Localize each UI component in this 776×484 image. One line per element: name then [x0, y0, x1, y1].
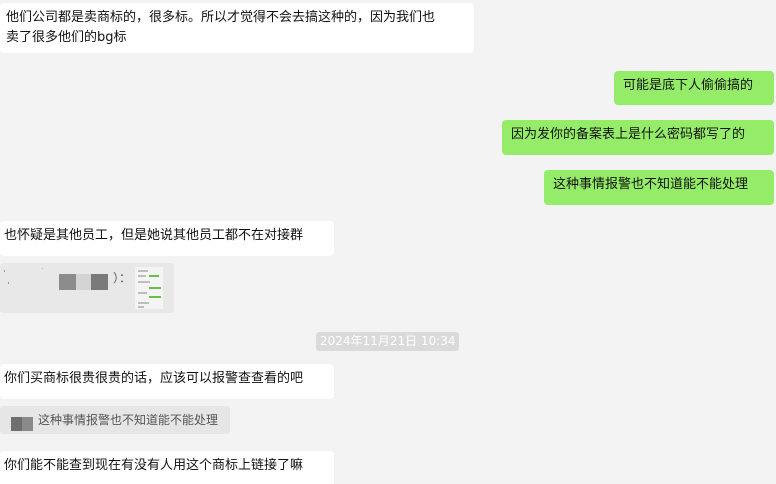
message-text: 这种事情报警也不知道能不能处理 — [553, 177, 749, 192]
incoming-message-bubble[interactable]: 也怀疑是其他员工，但是她说其他员工都不在对接群 — [0, 221, 334, 256]
incoming-message-bubble[interactable]: 他们公司都是卖商标的，很多标。所以才觉得不会去搞这种的，因为我们也 卖了很多他们… — [0, 3, 474, 53]
outgoing-message-bubble[interactable]: 这种事情报警也不知道能不能处理 — [544, 170, 774, 205]
message-text: 因为发你的备案表上是什么密码都写了的 — [511, 127, 746, 142]
redaction-block — [76, 274, 91, 290]
redaction-block — [91, 274, 108, 290]
incoming-message-bubble[interactable]: 你们能不能查到现在有没有人用这个商标上链接了嘛 — [0, 451, 334, 484]
quoted-message[interactable]: 这种事情报警也不知道能不能处理 — [0, 406, 230, 434]
message-timestamp: 2024年11月21日 10:34 — [316, 332, 460, 351]
message-text: 可能是底下人偷偷搞的 — [623, 78, 754, 93]
outgoing-message-bubble[interactable]: 因为发你的备案表上是什么密码都写了的 — [502, 120, 774, 155]
message-text-line: 他们公司都是卖商标的，很多标。所以才觉得不会去搞这种的，因为我们也 — [6, 10, 436, 25]
image-text: ）： — [113, 271, 132, 285]
document-thumbnail — [135, 267, 163, 309]
message-text: 也怀疑是其他员工，但是她说其他员工都不在对接群 — [4, 228, 304, 243]
redaction-block — [59, 274, 76, 290]
message-text: 你们买商标很贵很贵的话，应该可以报警查查看的吧 — [4, 371, 304, 386]
outgoing-message-bubble[interactable]: 可能是底下人偷偷搞的 — [614, 71, 774, 105]
incoming-message-bubble[interactable]: 你们买商标很贵很贵的话，应该可以报警查查看的吧 — [0, 364, 334, 399]
blurred-text-fragment — [4, 268, 43, 284]
quote-thumbnail-shade — [11, 417, 22, 431]
message-text: 你们能不能查到现在有没有人用这个商标上链接了嘛 — [4, 458, 304, 473]
quoted-text: 这种事情报警也不知道能不能处理 — [38, 413, 219, 427]
image-message[interactable]: ）： — [0, 263, 174, 313]
message-text-line: 卖了很多他们的bg标 — [6, 30, 127, 45]
